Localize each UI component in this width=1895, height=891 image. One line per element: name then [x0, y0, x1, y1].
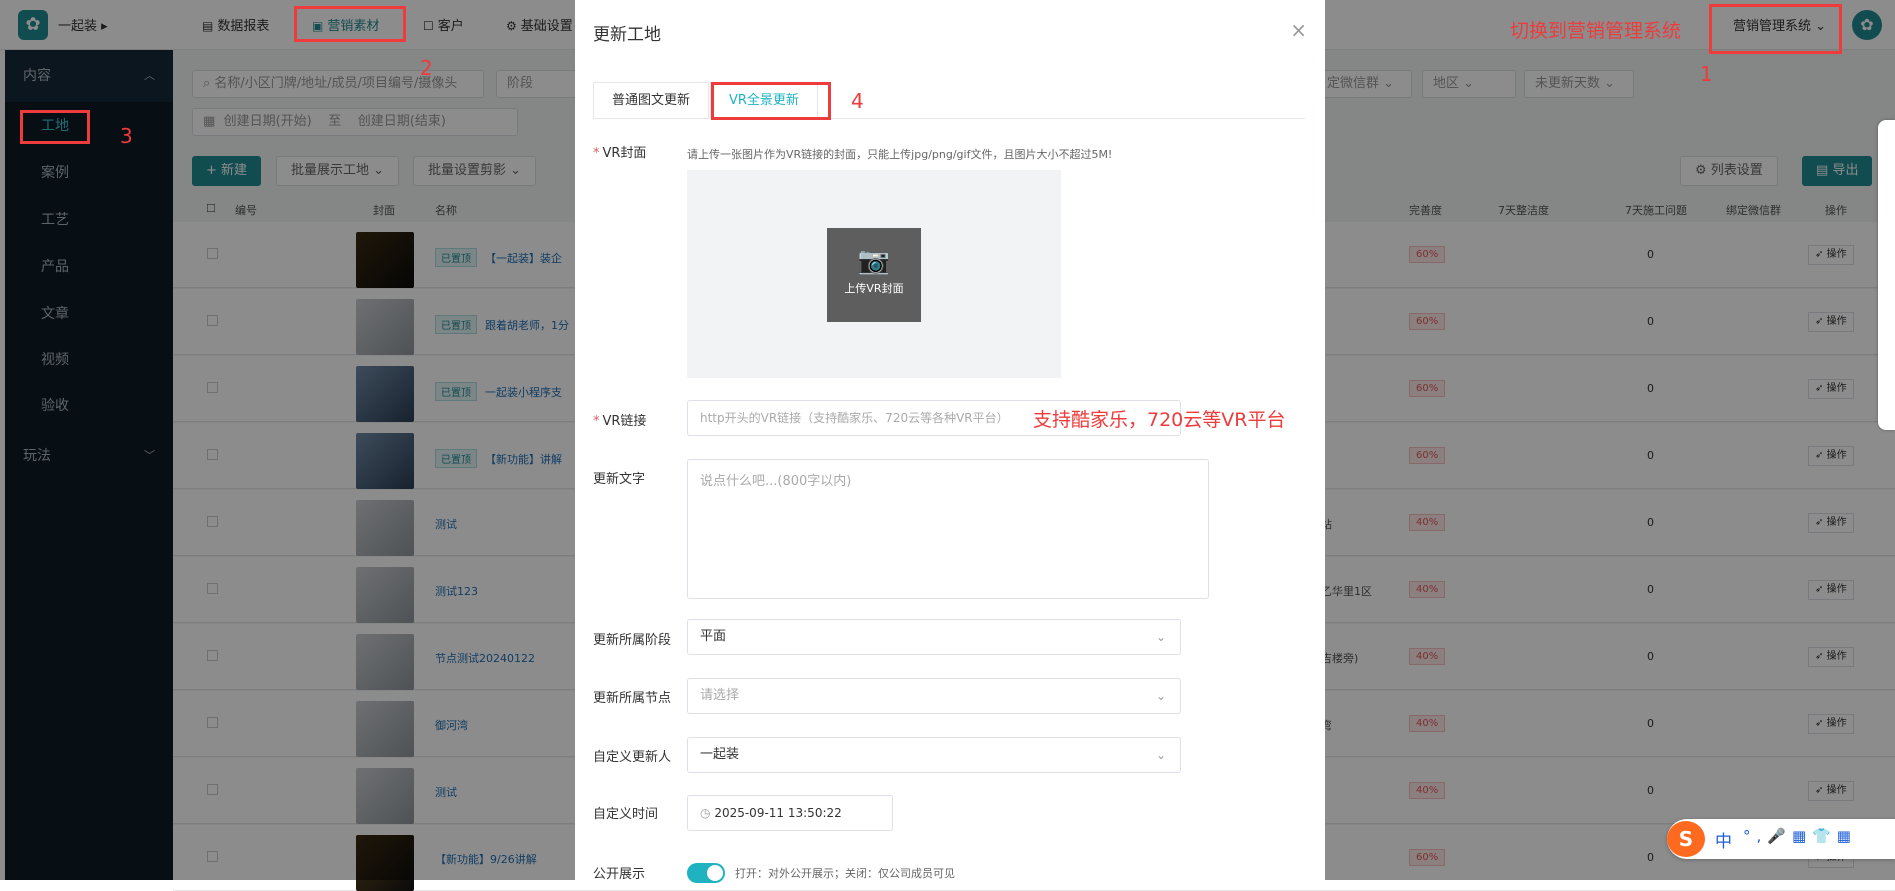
- close-icon[interactable]: ×: [1290, 18, 1307, 42]
- public-toggle[interactable]: [687, 863, 725, 883]
- public-hint: 打开：对外公开展示；关闭：仅公司成员可见: [735, 867, 955, 880]
- vr-link-placeholder: http开头的VR链接（支持酷家乐、720云等各种VR平台）: [700, 411, 1009, 425]
- node-label: 更新所属节点: [593, 691, 672, 706]
- camera-icon: 📷: [857, 246, 891, 276]
- annotation-vr-hint: 支持酷家乐，720云等VR平台: [1033, 409, 1286, 431]
- ime-language[interactable]: 中: [1715, 827, 1732, 852]
- update-text-textarea[interactable]: 说点什么吧...(800字以内): [687, 459, 1209, 599]
- update-site-dialog: 更新工地 × 普通图文更新 VR全景更新 * VR封面 请上传一张图片作为VR链接…: [575, 0, 1325, 883]
- vr-cover-upload-area[interactable]: 📷 上传VR封面: [687, 170, 1061, 378]
- annotation-box-marketing: [294, 6, 406, 42]
- text-placeholder: 说点什么吧...(800字以内): [700, 474, 852, 489]
- side-toolbar[interactable]: [1878, 120, 1895, 430]
- upload-vr-cover-button[interactable]: 📷 上传VR封面: [827, 228, 921, 322]
- annotation-number-1: 1: [1700, 62, 1713, 86]
- annotation-box-system: [1709, 4, 1842, 54]
- public-label: 公开展示: [593, 867, 646, 882]
- annotation-number-3: 3: [120, 124, 133, 148]
- chevron-down-icon: ⌄: [1155, 630, 1166, 644]
- node-placeholder: 请选择: [700, 688, 740, 703]
- annotation-switch-hint: 切换到营销管理系统: [1510, 20, 1682, 42]
- updater-value: 一起装: [700, 747, 740, 762]
- time-label: 自定义时间: [593, 807, 659, 822]
- node-select[interactable]: 请选择 ⌄: [687, 678, 1181, 714]
- chevron-down-icon: ⌄: [1155, 748, 1166, 762]
- ime-tool-icons[interactable]: °,🎤▦👕▦: [1743, 827, 1857, 845]
- updater-label: 自定义更新人: [593, 750, 672, 765]
- ime-toolbar[interactable]: S 中 °,🎤▦👕▦: [1667, 819, 1895, 859]
- dialog-tabs: 普通图文更新 VR全景更新: [593, 82, 1305, 119]
- vr-cover-hint: 请上传一张图片作为VR链接的封面，只能上传jpg/png/gif文件，且图片大小…: [687, 148, 1113, 161]
- sogou-logo-icon[interactable]: S: [1667, 821, 1705, 857]
- vr-cover-label-text: VR封面: [602, 146, 647, 161]
- annotation-box-site: [20, 110, 90, 144]
- chevron-down-icon: ⌄: [1155, 689, 1166, 703]
- clock-icon: ◷: [700, 806, 711, 820]
- annotation-number-2: 2: [420, 56, 433, 80]
- updater-select[interactable]: 一起装 ⌄: [687, 737, 1181, 773]
- vr-link-label: * VR链接: [593, 414, 647, 429]
- annotation-number-4: 4: [851, 89, 864, 113]
- vr-link-label-text: VR链接: [602, 414, 647, 429]
- tab-label: 普通图文更新: [612, 93, 691, 108]
- dialog-title: 更新工地: [593, 25, 661, 45]
- stage-select[interactable]: 平面 ⌄: [687, 619, 1181, 655]
- upload-label: 上传VR封面: [844, 282, 904, 295]
- time-picker[interactable]: ◷ 2025-09-11 13:50:22: [687, 795, 893, 831]
- stage-label: 更新所属阶段: [593, 633, 672, 648]
- tab-normal-update[interactable]: 普通图文更新: [593, 82, 710, 119]
- annotation-box-vr-tab: [711, 82, 831, 120]
- stage-value: 平面: [700, 629, 727, 644]
- time-value: 2025-09-11 13:50:22: [714, 806, 842, 820]
- update-text-label: 更新文字: [593, 472, 646, 487]
- vr-cover-label: * VR封面: [593, 146, 647, 161]
